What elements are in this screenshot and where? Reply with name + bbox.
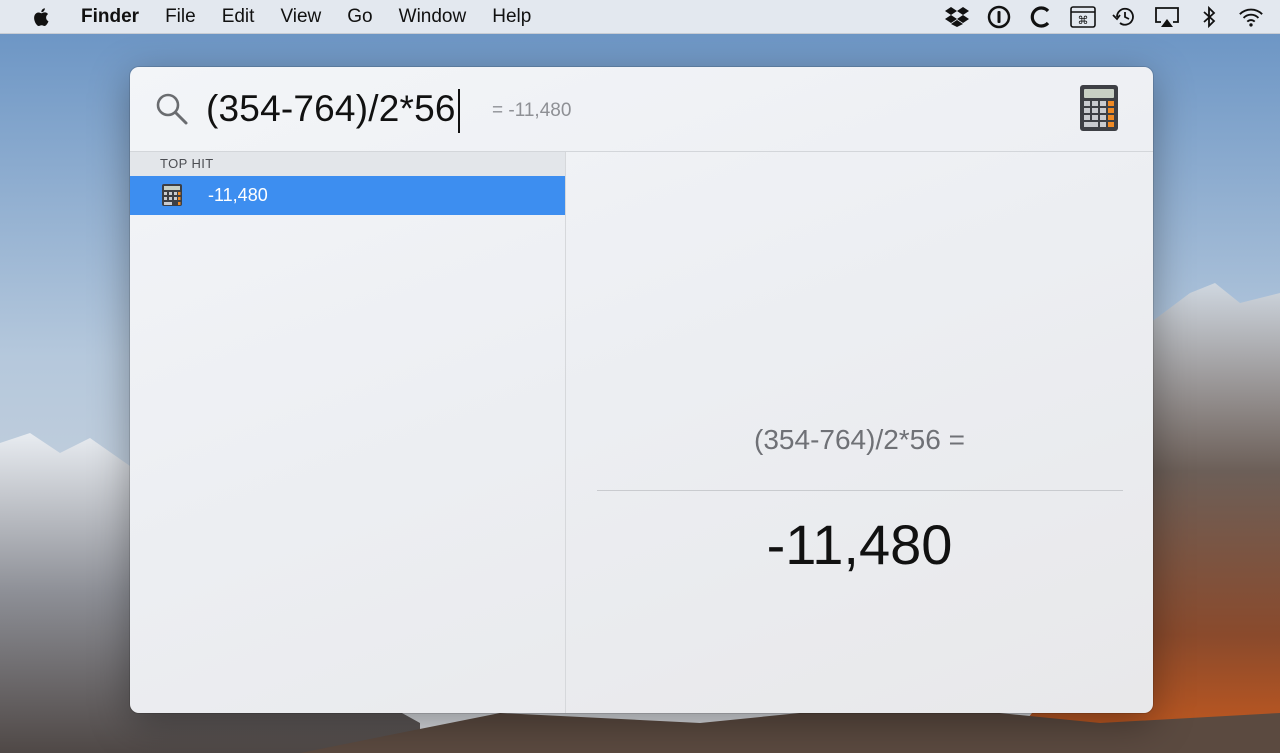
bluetooth-icon[interactable] <box>1196 4 1222 30</box>
inline-calculation-result: = -11,480 <box>492 100 572 121</box>
svg-text:⌘: ⌘ <box>1078 14 1089 27</box>
spotlight-search-bar: (354-764)/2*56 = -11,480 <box>130 67 1153 152</box>
search-query-text: (354-764)/2*56 <box>206 88 456 129</box>
menu-help[interactable]: Help <box>492 6 531 28</box>
results-list: TOP HIT -11,480 <box>130 152 566 713</box>
menu-window[interactable]: Window <box>399 6 467 28</box>
spotlight-window: (354-764)/2*56 = -11,480 TOP HIT -11,480… <box>130 67 1153 713</box>
menu-finder[interactable]: Finder <box>81 6 139 28</box>
dropbox-icon[interactable] <box>944 4 970 30</box>
preview-result: -11,480 <box>766 513 953 576</box>
status-menu-extras: ⌘ <box>944 0 1280 33</box>
airplay-icon[interactable] <box>1154 4 1180 30</box>
menu-edit[interactable]: Edit <box>222 6 255 28</box>
onepassword-icon[interactable] <box>986 4 1012 30</box>
ccleaner-icon[interactable] <box>1028 4 1054 30</box>
top-hit-label: -11,480 <box>208 185 268 205</box>
calculator-icon <box>162 184 182 206</box>
time-machine-icon[interactable] <box>1112 4 1138 30</box>
preview-pane: (354-764)/2*56 = -11,480 <box>566 152 1153 713</box>
apple-logo-icon[interactable] <box>31 6 53 28</box>
top-hit-result-row[interactable]: -11,480 <box>130 176 565 215</box>
menu-bar: Finder File Edit View Go Window Help ⌘ <box>0 0 1280 34</box>
section-header-top-hit: TOP HIT <box>130 152 565 176</box>
menu-go[interactable]: Go <box>347 6 372 28</box>
text-caret <box>457 89 460 134</box>
search-icon <box>156 93 188 125</box>
menu-file[interactable]: File <box>165 6 196 28</box>
preview-divider <box>597 490 1123 491</box>
keyboard-shortcut-icon[interactable]: ⌘ <box>1070 4 1096 30</box>
search-input[interactable]: (354-764)/2*56 <box>206 86 460 134</box>
calculator-icon <box>1080 85 1118 131</box>
wifi-icon[interactable] <box>1238 4 1264 30</box>
menu-view[interactable]: View <box>280 6 321 28</box>
preview-expression: (354-764)/2*56 = <box>754 424 965 455</box>
